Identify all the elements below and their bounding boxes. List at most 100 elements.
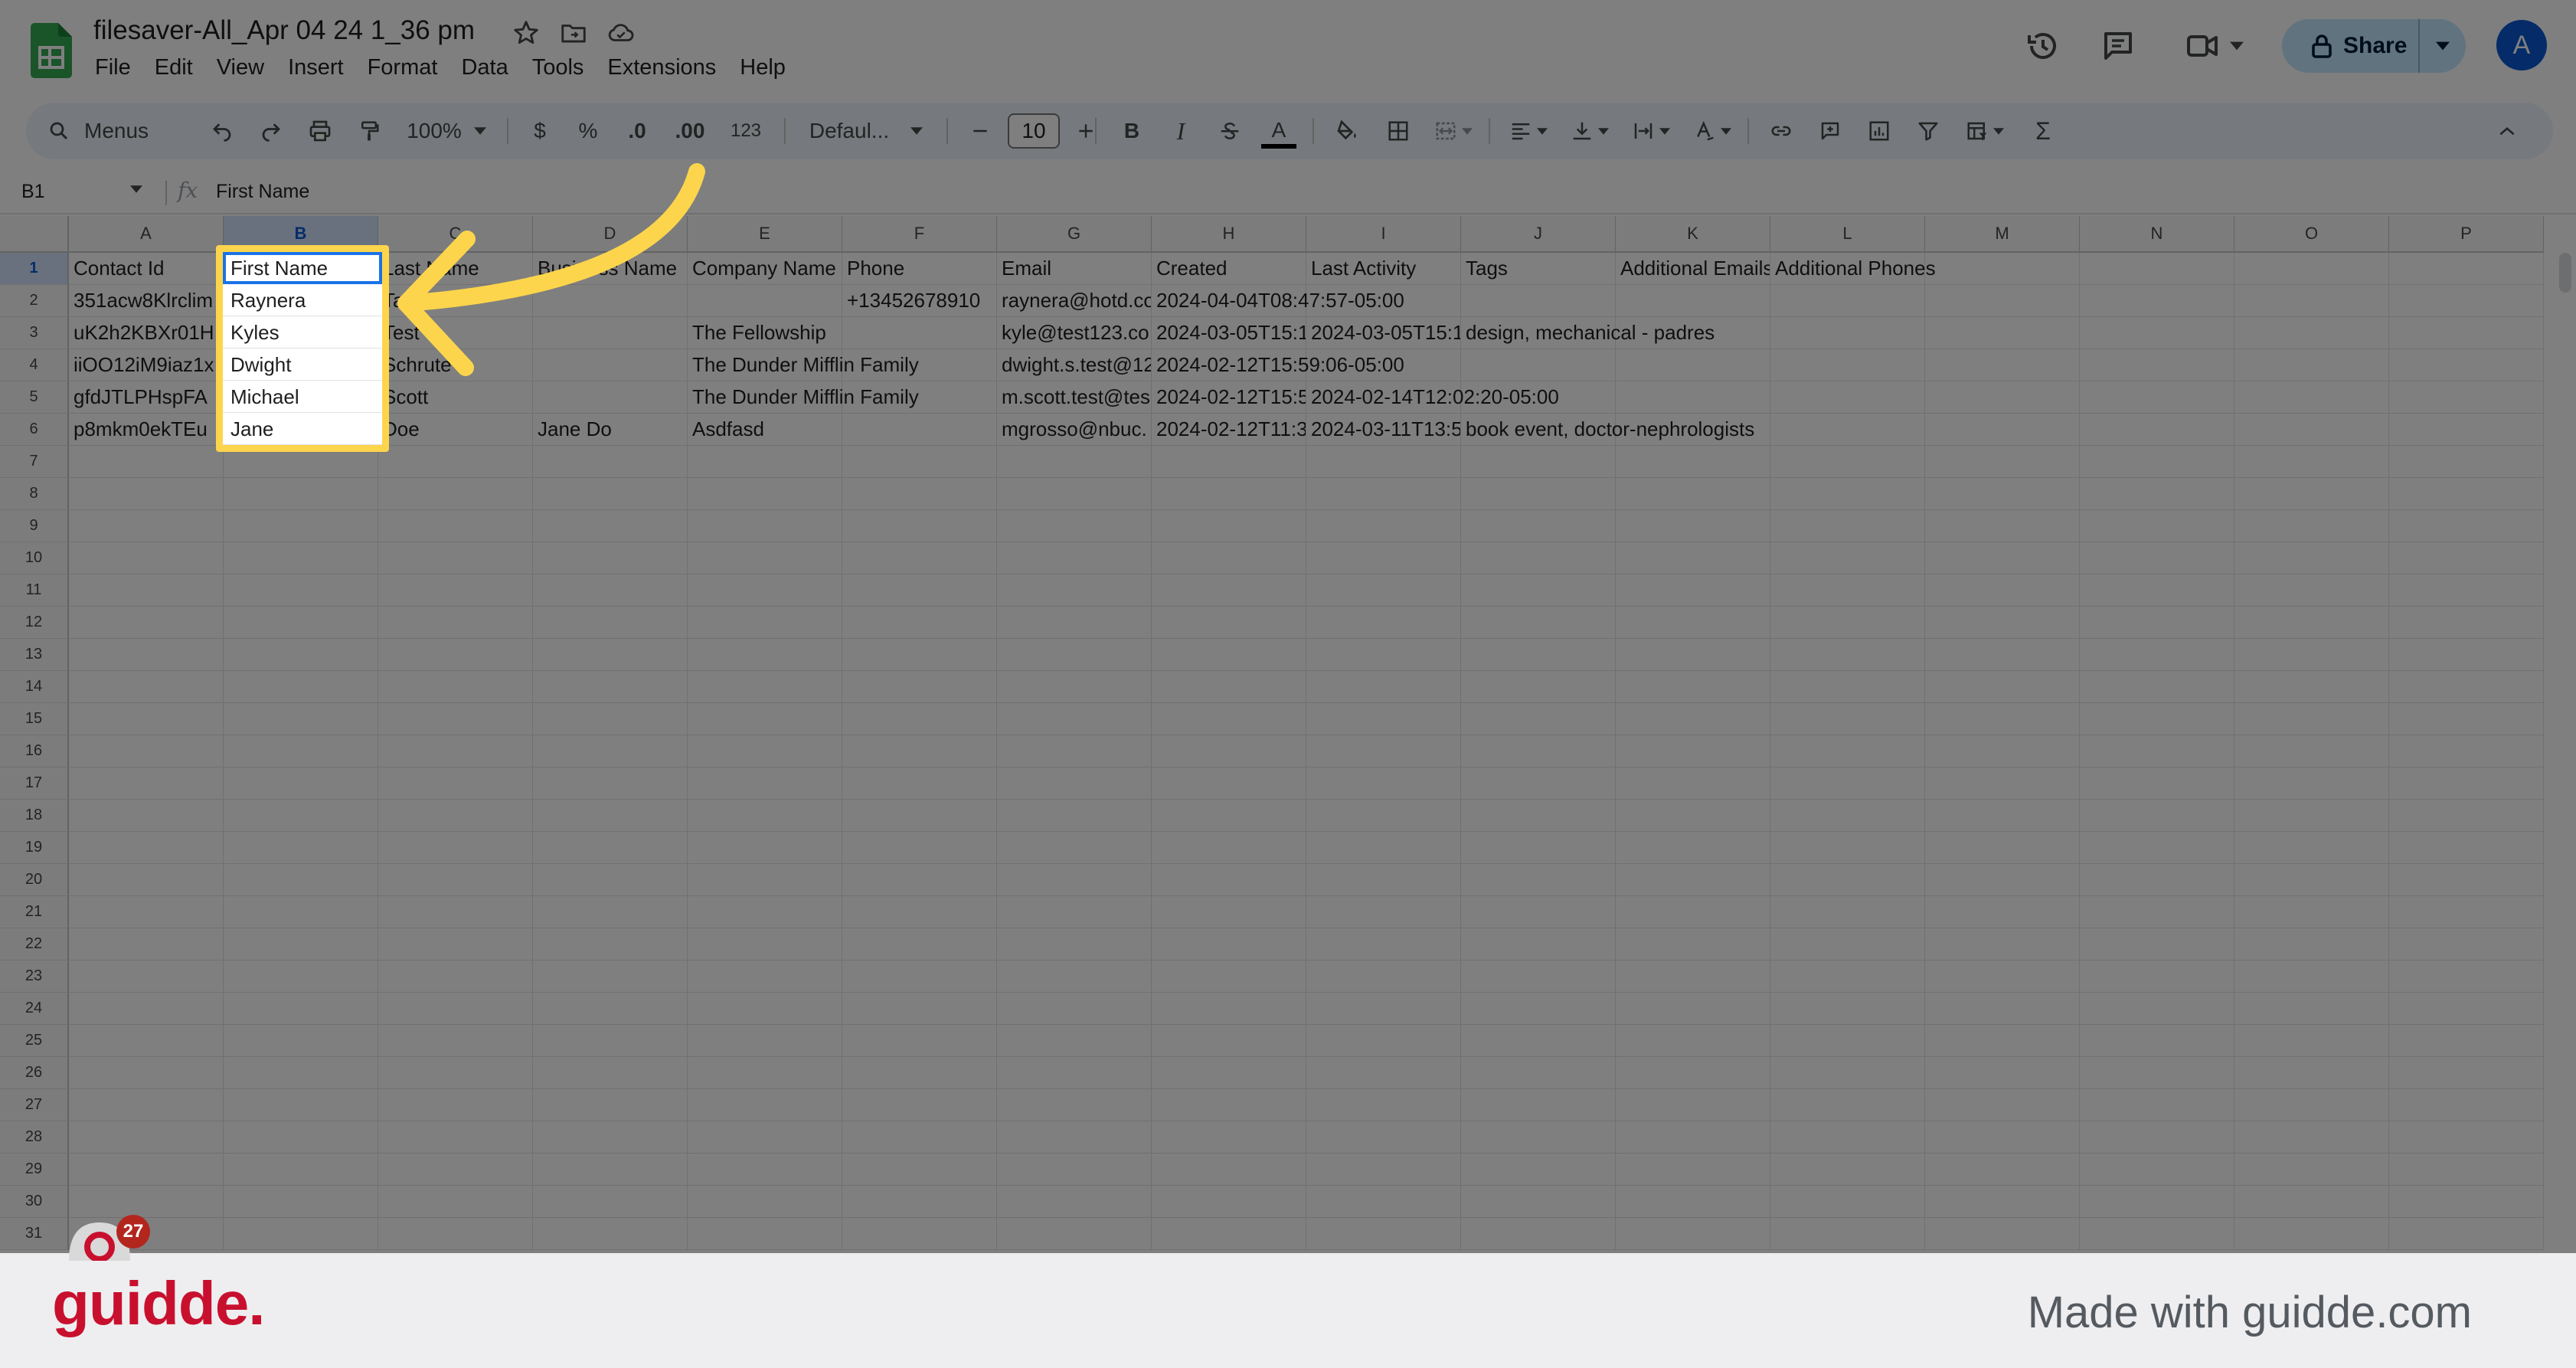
cell-m6[interactable] <box>1925 414 2080 446</box>
cell-k4[interactable] <box>1616 349 1770 381</box>
cell-d18[interactable] <box>533 800 688 832</box>
cell-k17[interactable] <box>1616 767 1770 800</box>
highlighted-cell-b6[interactable]: Jane <box>223 413 382 445</box>
cell-c23[interactable] <box>378 961 533 993</box>
cell-j17[interactable] <box>1461 767 1616 800</box>
cell-d19[interactable] <box>533 832 688 864</box>
cell-h31[interactable] <box>1152 1218 1306 1250</box>
cell-h24[interactable] <box>1152 993 1306 1025</box>
cell-k9[interactable] <box>1616 510 1770 542</box>
cell-m11[interactable] <box>1925 574 2080 607</box>
cell-b28[interactable] <box>224 1121 378 1154</box>
cell-i17[interactable] <box>1306 767 1461 800</box>
cell-b17[interactable] <box>224 767 378 800</box>
row-header-5[interactable]: 5 <box>0 381 69 414</box>
cell-m30[interactable] <box>1925 1186 2080 1218</box>
row-header-24[interactable]: 24 <box>0 993 69 1025</box>
cell-m21[interactable] <box>1925 896 2080 928</box>
cell-l20[interactable] <box>1770 864 1925 896</box>
cell-h17[interactable] <box>1152 767 1306 800</box>
cell-b27[interactable] <box>224 1089 378 1121</box>
cell-m24[interactable] <box>1925 993 2080 1025</box>
horizontal-align-button[interactable] <box>1499 103 1558 159</box>
cell-j12[interactable] <box>1461 607 1616 639</box>
cell-g20[interactable] <box>997 864 1152 896</box>
cell-k12[interactable] <box>1616 607 1770 639</box>
cell-f28[interactable] <box>842 1121 997 1154</box>
cell-b14[interactable] <box>224 671 378 703</box>
cell-p31[interactable] <box>2389 1218 2544 1250</box>
cell-g2[interactable]: raynera@hotd.co <box>997 285 1152 317</box>
cell-l5[interactable] <box>1770 381 1925 414</box>
cell-f24[interactable] <box>842 993 997 1025</box>
cell-o3[interactable] <box>2234 317 2389 349</box>
cell-e31[interactable] <box>688 1218 842 1250</box>
cell-j20[interactable] <box>1461 864 1616 896</box>
cell-c22[interactable] <box>378 928 533 961</box>
cell-a6[interactable]: p8mkm0ekTEu <box>69 414 224 446</box>
cell-j26[interactable] <box>1461 1057 1616 1089</box>
cell-d22[interactable] <box>533 928 688 961</box>
cell-p7[interactable] <box>2389 446 2544 478</box>
cell-h10[interactable] <box>1152 542 1306 574</box>
cell-m22[interactable] <box>1925 928 2080 961</box>
cell-o21[interactable] <box>2234 896 2389 928</box>
cell-g31[interactable] <box>997 1218 1152 1250</box>
cell-o22[interactable] <box>2234 928 2389 961</box>
cell-o16[interactable] <box>2234 735 2389 767</box>
cell-k7[interactable] <box>1616 446 1770 478</box>
cell-d25[interactable] <box>533 1025 688 1057</box>
cell-m5[interactable] <box>1925 381 2080 414</box>
cell-k2[interactable] <box>1616 285 1770 317</box>
cell-j8[interactable] <box>1461 478 1616 510</box>
row-header-23[interactable]: 23 <box>0 961 69 993</box>
cell-b9[interactable] <box>224 510 378 542</box>
cell-d12[interactable] <box>533 607 688 639</box>
cell-i11[interactable] <box>1306 574 1461 607</box>
row-header-22[interactable]: 22 <box>0 928 69 961</box>
cell-g24[interactable] <box>997 993 1152 1025</box>
cell-e23[interactable] <box>688 961 842 993</box>
menu-data[interactable]: Data <box>461 55 508 80</box>
merge-cells-button[interactable] <box>1424 103 1483 159</box>
cell-p22[interactable] <box>2389 928 2544 961</box>
cell-m13[interactable] <box>1925 639 2080 671</box>
highlighted-cell-b5[interactable]: Michael <box>223 381 382 413</box>
cell-m14[interactable] <box>1925 671 2080 703</box>
name-box-caret-icon[interactable] <box>130 185 142 193</box>
cell-a3[interactable]: uK2h2KBXr01H <box>69 317 224 349</box>
cell-o2[interactable] <box>2234 285 2389 317</box>
cell-d7[interactable] <box>533 446 688 478</box>
cell-i22[interactable] <box>1306 928 1461 961</box>
cell-n7[interactable] <box>2080 446 2234 478</box>
cell-k25[interactable] <box>1616 1025 1770 1057</box>
cell-a14[interactable] <box>69 671 224 703</box>
cell-c18[interactable] <box>378 800 533 832</box>
cell-k31[interactable] <box>1616 1218 1770 1250</box>
cell-d8[interactable] <box>533 478 688 510</box>
cell-e17[interactable] <box>688 767 842 800</box>
cell-n22[interactable] <box>2080 928 2234 961</box>
cell-f30[interactable] <box>842 1186 997 1218</box>
cell-h11[interactable] <box>1152 574 1306 607</box>
cell-e15[interactable] <box>688 703 842 735</box>
cell-i20[interactable] <box>1306 864 1461 896</box>
cell-l15[interactable] <box>1770 703 1925 735</box>
cell-l30[interactable] <box>1770 1186 1925 1218</box>
cell-n20[interactable] <box>2080 864 2234 896</box>
undo-button[interactable] <box>199 103 245 159</box>
cell-k1[interactable]: Additional Emails <box>1616 253 1770 285</box>
cell-g16[interactable] <box>997 735 1152 767</box>
cell-e11[interactable] <box>688 574 842 607</box>
cell-c31[interactable] <box>378 1218 533 1250</box>
cell-c11[interactable] <box>378 574 533 607</box>
cell-i29[interactable] <box>1306 1154 1461 1186</box>
cell-e14[interactable] <box>688 671 842 703</box>
cell-p12[interactable] <box>2389 607 2544 639</box>
cell-g21[interactable] <box>997 896 1152 928</box>
cell-k18[interactable] <box>1616 800 1770 832</box>
cell-k5[interactable] <box>1616 381 1770 414</box>
cell-h1[interactable]: Created <box>1152 253 1306 285</box>
cell-a19[interactable] <box>69 832 224 864</box>
text-color-button[interactable]: A <box>1256 103 1302 159</box>
